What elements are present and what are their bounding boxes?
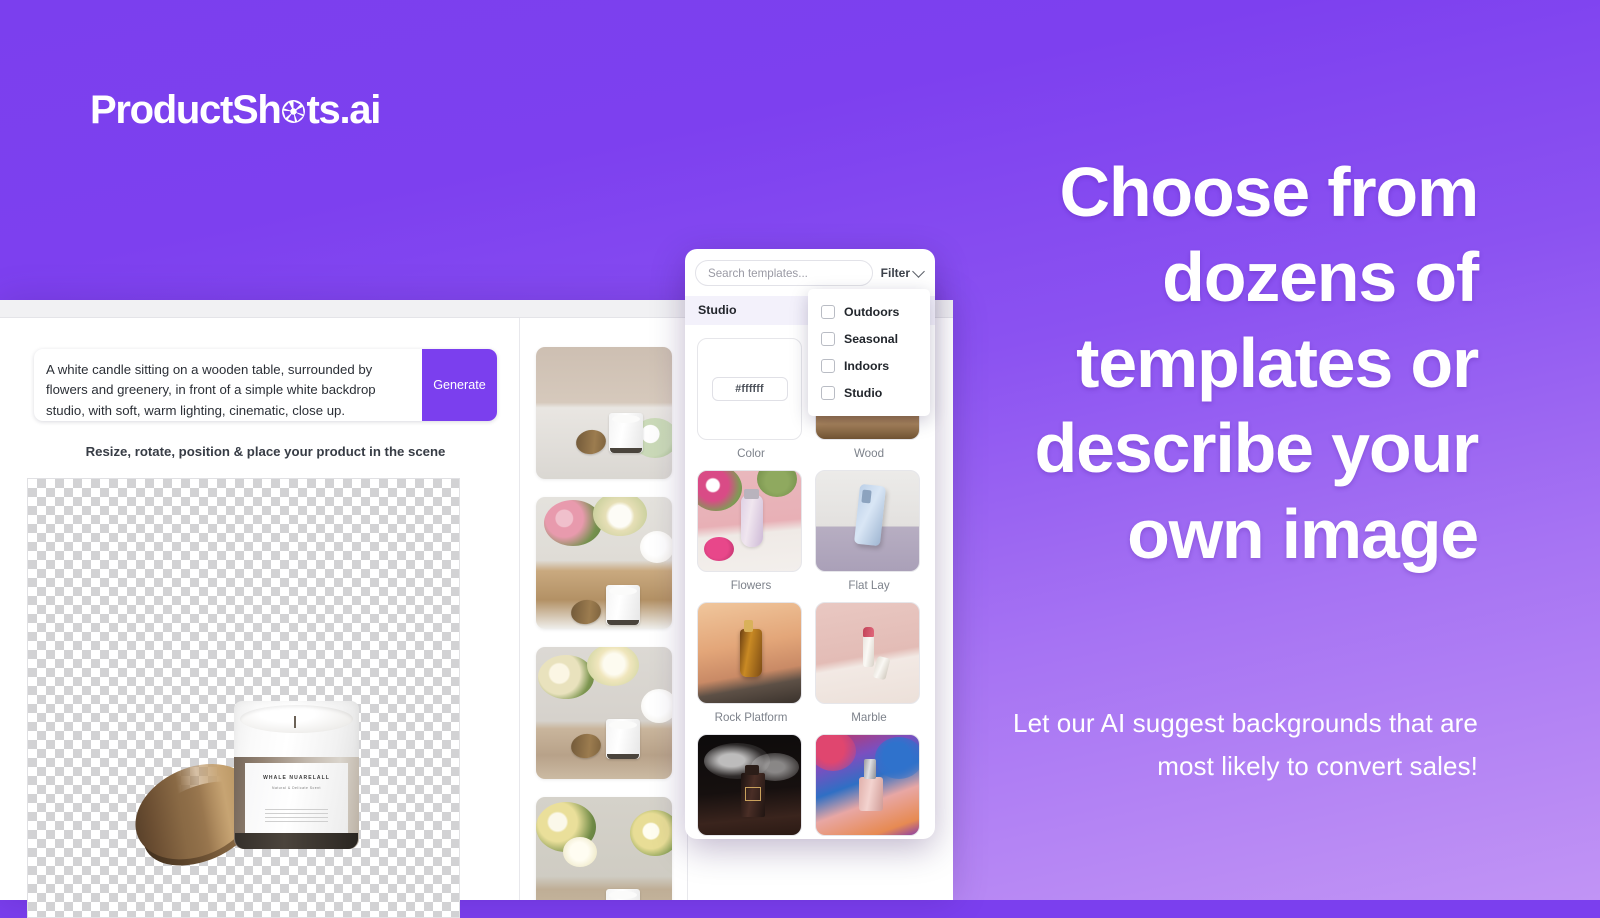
candle-label-sub: Natural & Delicate Scent — [272, 786, 321, 790]
template-thumb-flat-lay[interactable] — [815, 470, 920, 572]
template-card-color[interactable]: #ffffff Color — [697, 338, 805, 463]
template-card-flat-lay[interactable]: Flat Lay — [815, 470, 923, 595]
filter-option-label: Seasonal — [844, 331, 898, 346]
template-label: Flowers — [730, 579, 772, 592]
prompt-row: A white candle sitting on a wooden table… — [34, 349, 497, 421]
filter-option-label: Studio — [844, 385, 883, 400]
candle-label-brand: WHALE NUARELALL — [263, 775, 330, 781]
checkbox-icon[interactable] — [821, 358, 835, 373]
result-thumb-3[interactable] — [535, 647, 672, 779]
color-hex-input[interactable]: #ffffff — [711, 377, 788, 401]
template-thumb-smoke[interactable] — [697, 734, 802, 836]
template-label: Marble — [851, 711, 887, 724]
template-card-rock-platform[interactable]: Rock Platform — [697, 602, 805, 727]
template-card-marble[interactable]: Marble — [815, 602, 923, 727]
template-thumb-flowers[interactable] — [697, 470, 802, 572]
candle-jar: WHALE NUARELALL Natural & Delicate Scent — [234, 701, 359, 849]
result-thumb-1[interactable] — [535, 347, 672, 479]
checkbox-icon[interactable] — [821, 385, 835, 400]
candle-label: WHALE NUARELALL Natural & Delicate Scent — [245, 763, 348, 833]
filter-button[interactable]: Filter — [880, 264, 925, 280]
product-candle-image[interactable]: WHALE NUARELALL Natural & Delicate Scent — [120, 701, 436, 917]
template-card-paint[interactable]: Paint — [815, 734, 923, 839]
checkbox-icon[interactable] — [821, 304, 835, 319]
filter-button-label: Filter — [880, 266, 910, 280]
brand-name-part1: ProductSh — [90, 88, 282, 132]
template-label: Paint — [815, 836, 923, 839]
template-card-smoke[interactable]: Smoke — [697, 734, 805, 839]
promo-headline: Choose from dozens of templates or descr… — [1034, 153, 1480, 573]
chevron-down-icon — [912, 264, 925, 278]
filter-option-studio[interactable]: Studio — [808, 379, 930, 406]
brand-name-part2: ts.ai — [306, 88, 382, 132]
prompt-input[interactable]: A white candle sitting on a wooden table… — [34, 349, 422, 421]
filter-option-indoors[interactable]: Indoors — [808, 352, 930, 379]
template-label: Wood — [853, 447, 885, 460]
template-card-flowers[interactable]: Flowers — [697, 470, 805, 595]
filter-option-seasonal[interactable]: Seasonal — [808, 325, 930, 352]
filter-option-label: Indoors — [844, 358, 890, 373]
template-thumb-paint[interactable] — [815, 734, 920, 836]
product-canvas[interactable]: WHALE NUARELALL Natural & Delicate Scent — [27, 478, 460, 918]
template-label: Color — [737, 447, 765, 460]
template-thumb-marble[interactable] — [815, 602, 920, 704]
template-label: Flat Lay — [848, 579, 890, 592]
checkbox-icon[interactable] — [821, 331, 835, 346]
editor-pane: A white candle sitting on a wooden table… — [0, 318, 520, 918]
template-thumb-rock-platform[interactable] — [697, 602, 802, 704]
generate-button[interactable]: Generate — [422, 349, 497, 421]
results-column[interactable] — [520, 318, 688, 900]
template-label: Smoke — [697, 836, 805, 839]
template-label: Rock Platform — [714, 711, 788, 724]
aperture-icon — [281, 89, 306, 123]
result-thumb-4[interactable] — [535, 797, 672, 900]
filter-option-outdoors[interactable]: Outdoors — [808, 298, 930, 325]
brand-logo[interactable]: ProductSh ts.ai — [90, 88, 382, 133]
filter-dropdown-menu: Outdoors Seasonal Indoors Studio — [808, 289, 930, 416]
canvas-hint-text: Resize, rotate, position & place your pr… — [85, 444, 446, 459]
promo-subtitle: Let our AI suggest backgrounds that are … — [1013, 707, 1478, 781]
search-input[interactable]: Search templates... — [695, 260, 873, 286]
result-thumb-2[interactable] — [535, 497, 672, 629]
promo-block: Choose from dozens of templates or descr… — [978, 150, 1480, 788]
template-thumb-color[interactable]: #ffffff — [697, 338, 802, 440]
filter-option-label: Outdoors — [844, 304, 900, 319]
